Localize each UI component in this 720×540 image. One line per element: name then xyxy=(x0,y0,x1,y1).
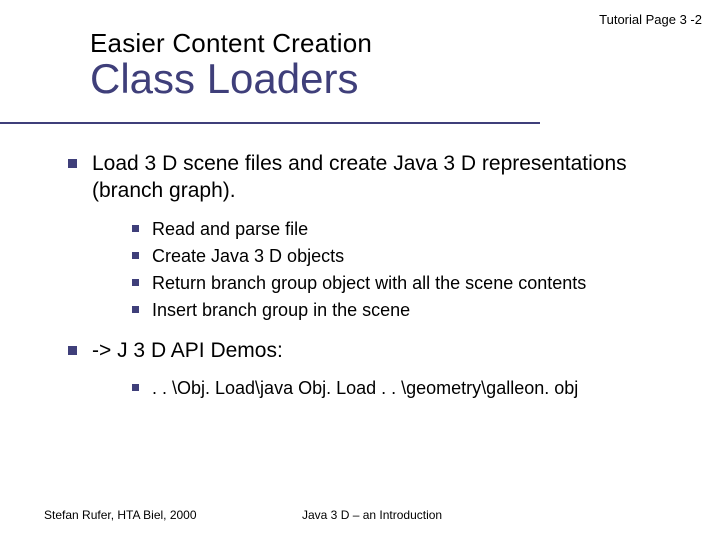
slide: Tutorial Page 3 -2 Easier Content Creati… xyxy=(0,0,720,540)
sub-bullet-list: . . \Obj. Load\java Obj. Load . . \geome… xyxy=(92,376,700,400)
list-item: . . \Obj. Load\java Obj. Load . . \geome… xyxy=(128,376,700,400)
bullet-text: -> J 3 D API Demos: xyxy=(92,339,283,362)
bullet-list: Load 3 D scene files and create Java 3 D… xyxy=(60,150,700,400)
bullet-text: Read and parse file xyxy=(152,219,308,239)
bullet-text: Insert branch group in the scene xyxy=(152,300,410,320)
sub-bullet-list: Read and parse file Create Java 3 D obje… xyxy=(92,217,700,323)
header: Easier Content Creation Class Loaders xyxy=(90,28,700,101)
bullet-text: Create Java 3 D objects xyxy=(152,246,344,266)
footer-doc-title: Java 3 D – an Introduction xyxy=(302,508,442,522)
bullet-text: Return branch group object with all the … xyxy=(152,273,586,293)
content: Load 3 D scene files and create Java 3 D… xyxy=(60,150,700,414)
list-item: Return branch group object with all the … xyxy=(128,271,700,295)
bullet-text: Load 3 D scene files and create Java 3 D… xyxy=(92,152,627,202)
slide-title: Class Loaders xyxy=(90,57,700,101)
footer-author: Stefan Rufer, HTA Biel, 2000 xyxy=(44,508,197,522)
list-item: Read and parse file xyxy=(128,217,700,241)
list-item: Load 3 D scene files and create Java 3 D… xyxy=(60,150,700,323)
list-item: Create Java 3 D objects xyxy=(128,244,700,268)
list-item: Insert branch group in the scene xyxy=(128,298,700,322)
footer: Stefan Rufer, HTA Biel, 2000 Java 3 D – … xyxy=(44,508,700,522)
list-item: -> J 3 D API Demos: . . \Obj. Load\java … xyxy=(60,337,700,401)
title-underline xyxy=(0,122,540,124)
page-label: Tutorial Page 3 -2 xyxy=(599,12,702,27)
bullet-text: . . \Obj. Load\java Obj. Load . . \geome… xyxy=(152,378,578,398)
